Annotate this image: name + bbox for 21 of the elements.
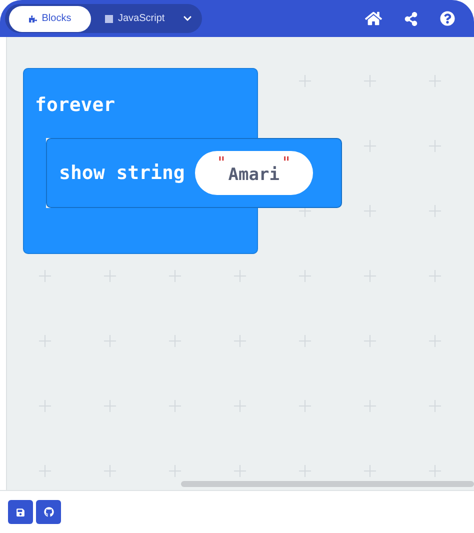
show-string-block[interactable]: show string " Amari " xyxy=(46,138,342,208)
forever-block[interactable]: forever xyxy=(23,68,258,138)
editor-tab[interactable]: JavaScript xyxy=(91,6,179,32)
string-input[interactable]: " Amari " xyxy=(194,151,313,195)
scrollbar[interactable] xyxy=(181,481,474,487)
puzzle-icon xyxy=(28,14,37,22)
chevron-down-icon xyxy=(182,14,192,23)
string-value: Amari xyxy=(228,164,280,187)
editor-tab[interactable]: Blocks xyxy=(9,6,91,32)
quote-mark: " xyxy=(216,155,226,171)
block-label: show string xyxy=(59,160,185,186)
share-icon[interactable] xyxy=(404,12,418,26)
github-button[interactable] xyxy=(36,500,61,524)
save-button[interactable] xyxy=(8,500,33,524)
dropdown-button[interactable] xyxy=(182,14,192,23)
quote-mark: " xyxy=(281,155,292,171)
help-icon[interactable] xyxy=(440,11,455,26)
block-label: forever xyxy=(35,93,116,118)
github-icon xyxy=(44,507,54,517)
save-icon xyxy=(16,508,25,516)
home-icon[interactable] xyxy=(365,10,382,27)
